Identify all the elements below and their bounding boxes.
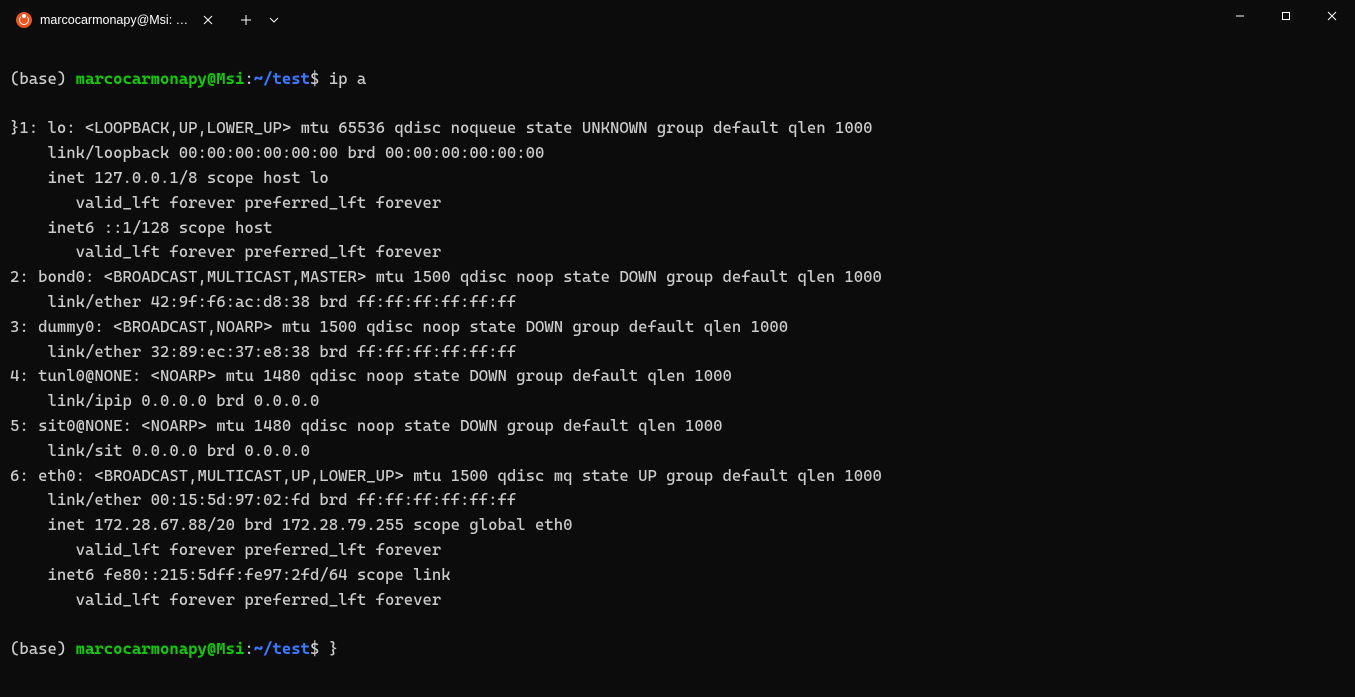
plus-icon bbox=[240, 14, 252, 26]
output-line: 4: tunl0@NONE: <NOARP> mtu 1480 qdisc no… bbox=[10, 364, 1345, 389]
terminal-content[interactable]: (base) marcocarmonapy@Msi:~/test$ ip a }… bbox=[0, 36, 1355, 697]
output-line: link/ipip 0.0.0.0 brd 0.0.0.0 bbox=[10, 389, 1345, 414]
output-line: inet6 fe80::215:5dff:fe97:2fd/64 scope l… bbox=[10, 563, 1345, 588]
output-line: link/loopback 00:00:00:00:00:00 brd 00:0… bbox=[10, 141, 1345, 166]
output-line: inet6 ::1/128 scope host bbox=[10, 216, 1345, 241]
output-line: valid_lft forever preferred_lft forever bbox=[10, 588, 1345, 613]
user-host: marcocarmonapy@Msi bbox=[76, 639, 245, 658]
window-controls bbox=[1217, 0, 1355, 36]
tab-strip: marcocarmonapy@Msi: ~/tes bbox=[0, 0, 286, 36]
tab-dropdown-button[interactable] bbox=[262, 4, 286, 36]
output-line: link/ether 32:89:ec:37:e8:38 brd ff:ff:f… bbox=[10, 340, 1345, 365]
output-line: link/sit 0.0.0.0 brd 0.0.0.0 bbox=[10, 439, 1345, 464]
output-line: link/ether 42:9f:f6:ac:d8:38 brd ff:ff:f… bbox=[10, 290, 1345, 315]
maximize-button[interactable] bbox=[1263, 0, 1309, 32]
cursor-char: } bbox=[329, 639, 338, 658]
chevron-down-icon bbox=[269, 15, 279, 25]
new-tab-button[interactable] bbox=[230, 4, 262, 36]
cwd-path: ~/test bbox=[254, 69, 310, 88]
window-titlebar: marcocarmonapy@Msi: ~/tes bbox=[0, 0, 1355, 36]
cwd-path: ~/test bbox=[254, 639, 310, 658]
ubuntu-icon bbox=[16, 12, 32, 28]
maximize-icon bbox=[1281, 11, 1291, 21]
output-line: 6: eth0: <BROADCAST,MULTICAST,UP,LOWER_U… bbox=[10, 464, 1345, 489]
tab-title: marcocarmonapy@Msi: ~/tes bbox=[40, 13, 193, 27]
minimize-button[interactable] bbox=[1217, 0, 1263, 32]
minimize-icon bbox=[1235, 11, 1245, 21]
output-line: 3: dummy0: <BROADCAST,NOARP> mtu 1500 qd… bbox=[10, 315, 1345, 340]
output-line: inet 127.0.0.1/8 scope host lo bbox=[10, 166, 1345, 191]
command-text: ip a bbox=[329, 69, 367, 88]
output-line: inet 172.28.67.88/20 brd 172.28.79.255 s… bbox=[10, 513, 1345, 538]
conda-env: (base) bbox=[10, 69, 76, 88]
output-line: }1: lo: <LOOPBACK,UP,LOWER_UP> mtu 65536… bbox=[10, 116, 1345, 141]
output-line: valid_lft forever preferred_lft forever bbox=[10, 240, 1345, 265]
prompt-colon: : bbox=[244, 639, 253, 658]
output-line: 2: bond0: <BROADCAST,MULTICAST,MASTER> m… bbox=[10, 265, 1345, 290]
tab-close-button[interactable] bbox=[201, 12, 216, 28]
tab-ubuntu[interactable]: marcocarmonapy@Msi: ~/tes bbox=[6, 4, 226, 36]
user-host: marcocarmonapy@Msi bbox=[76, 69, 245, 88]
prompt-dollar: $ bbox=[310, 639, 329, 658]
prompt-line-2: (base) marcocarmonapy@Msi:~/test$ } bbox=[10, 637, 1345, 662]
prompt-dollar: $ bbox=[310, 69, 329, 88]
output-line: 5: sit0@NONE: <NOARP> mtu 1480 qdisc noo… bbox=[10, 414, 1345, 439]
output-line: valid_lft forever preferred_lft forever bbox=[10, 191, 1345, 216]
close-icon bbox=[1327, 11, 1337, 21]
output-line: link/ether 00:15:5d:97:02:fd brd ff:ff:f… bbox=[10, 488, 1345, 513]
prompt-colon: : bbox=[244, 69, 253, 88]
close-window-button[interactable] bbox=[1309, 0, 1355, 32]
output-line: valid_lft forever preferred_lft forever bbox=[10, 538, 1345, 563]
prompt-line: (base) marcocarmonapy@Msi:~/test$ ip a bbox=[10, 67, 1345, 92]
conda-env: (base) bbox=[10, 639, 76, 658]
command-output: }1: lo: <LOOPBACK,UP,LOWER_UP> mtu 65536… bbox=[10, 116, 1345, 612]
close-icon bbox=[203, 15, 213, 25]
